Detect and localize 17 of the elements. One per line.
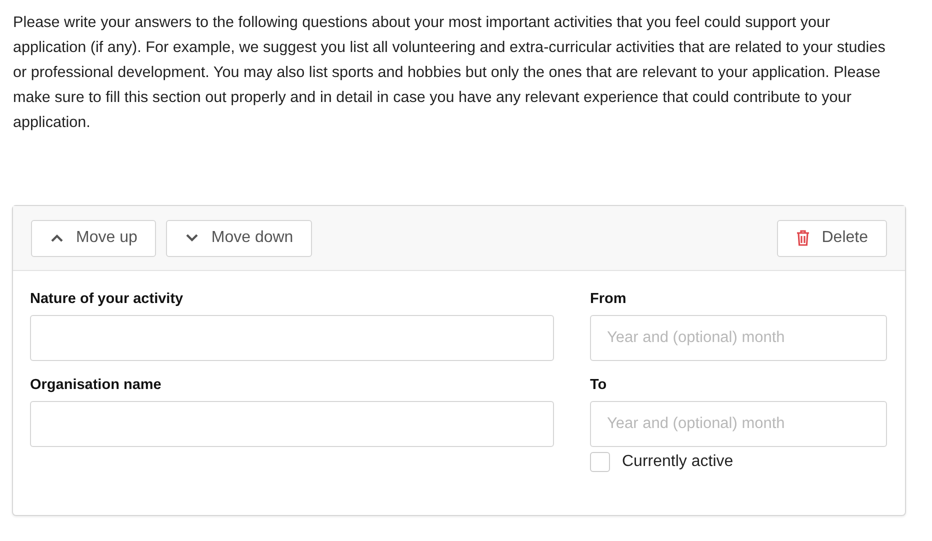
move-down-button[interactable]: Move down — [166, 220, 312, 256]
move-up-button[interactable]: Move up — [31, 220, 156, 256]
trash-icon — [796, 230, 810, 246]
chevron-up-icon — [50, 233, 64, 243]
field-label: From — [590, 291, 628, 307]
checkbox-label: Currently active — [622, 453, 734, 471]
text-field[interactable] — [30, 401, 554, 447]
text-field[interactable] — [30, 315, 554, 361]
instructions-text: Please write your answers to the following questions about your most important activities that you feel could support your application (if any). For example, we suggest you list all volunteering and extra-curricular activities that are related to your studies or professional development. You may also list sports and hobbies but only the ones that are relevant to your application. Please make sure to fill this section out properly and in detail in case you have any relevant experience that could contribute to your application. — [13, 13, 886, 133]
date-field[interactable]: Year and (optional) month — [590, 315, 887, 361]
chevron-down-icon — [185, 233, 200, 243]
checkbox[interactable] — [590, 452, 610, 472]
delete-button[interactable]: Delete — [776, 220, 887, 256]
field-label: To — [590, 377, 608, 393]
field-label: Organisation name — [30, 377, 162, 393]
date-field[interactable]: Year and (optional) month — [590, 401, 887, 447]
field-label: Nature of your activity — [30, 291, 184, 307]
